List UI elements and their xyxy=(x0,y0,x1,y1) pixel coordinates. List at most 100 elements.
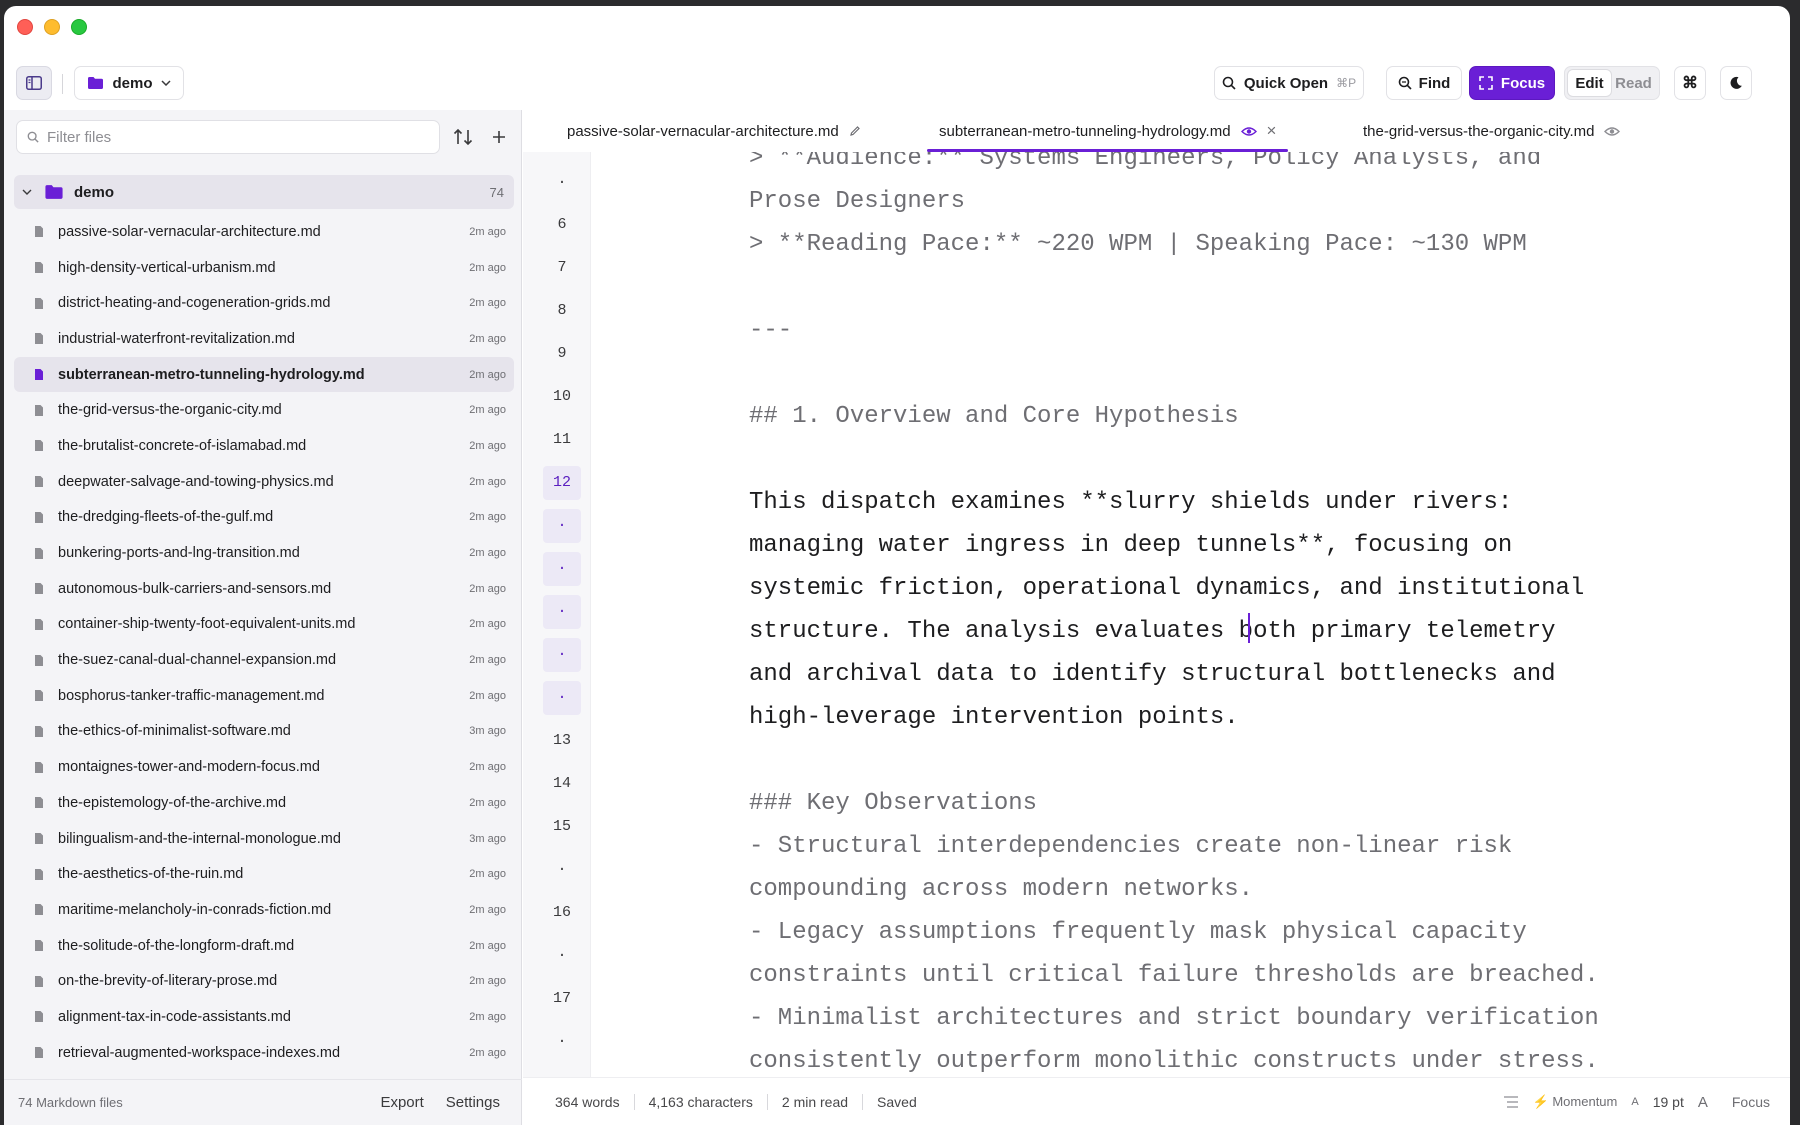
file-icon xyxy=(34,975,46,988)
file-name: on-the-brevity-of-literary-prose.md xyxy=(58,973,278,990)
close-window-button[interactable] xyxy=(17,19,33,35)
file-item[interactable]: montaignes-tower-and-modern-focus.md 2m a… xyxy=(14,749,514,785)
file-item[interactable]: container-ship-twenty-foot-equivalent-un… xyxy=(14,607,514,643)
filter-input[interactable] xyxy=(47,128,407,146)
file-icon xyxy=(34,297,46,310)
status-bar: 364 words 4,163 characters 2 min read Sa… xyxy=(523,1077,1790,1125)
command-palette-button[interactable]: ⌘ xyxy=(1674,66,1706,100)
file-modified-time: 2m ago xyxy=(469,761,506,774)
file-item[interactable]: the-aesthetics-of-the-ruin.md 2m ago xyxy=(14,856,514,892)
filter-box xyxy=(16,120,440,154)
file-modified-time: 2m ago xyxy=(469,868,506,881)
file-item[interactable]: high-density-vertical-urbanism.md 2m ago xyxy=(14,250,514,286)
file-item[interactable]: bunkering-ports-and-lng-transition.md 2m … xyxy=(14,535,514,571)
file-icon xyxy=(34,475,46,488)
find-icon xyxy=(1398,76,1412,90)
file-item[interactable]: the-suez-canal-dual-channel-expansion.md… xyxy=(14,642,514,678)
file-item[interactable]: maritime-melancholy-in-conrads-fiction.m… xyxy=(14,892,514,928)
wrap-marker: · xyxy=(543,595,581,629)
file-name: the-solitude-of-the-longform-draft.md xyxy=(58,937,295,954)
word-count: 364 words xyxy=(555,1093,620,1110)
wrap-marker: · xyxy=(543,509,581,543)
file-name: bilingualism-and-the-internal-monologue.… xyxy=(58,830,341,847)
file-item[interactable]: district-heating-and-cogeneration-grids.… xyxy=(14,285,514,321)
file-icon xyxy=(34,511,46,524)
wrap-marker: · xyxy=(557,947,567,964)
file-name: bunkering-ports-and-lng-transition.md xyxy=(58,545,300,562)
tab-grid-vs-organic[interactable]: the-grid-versus-the-organic-city.md xyxy=(1363,110,1621,152)
file-item[interactable]: the-solitude-of-the-longform-draft.md 2m … xyxy=(14,928,514,964)
folder-tree-root[interactable]: demo 74 xyxy=(14,175,514,209)
file-name: high-density-vertical-urbanism.md xyxy=(58,259,276,276)
search-icon xyxy=(1222,76,1236,90)
settings-button[interactable]: Settings xyxy=(446,1094,500,1111)
expand-icon xyxy=(1479,76,1493,90)
file-item[interactable]: the-epistemology-of-the-archive.md 2m ago xyxy=(14,785,514,821)
sort-button[interactable] xyxy=(450,124,476,150)
export-button[interactable]: Export xyxy=(380,1094,423,1111)
find-button[interactable]: Find xyxy=(1386,66,1462,100)
file-modified-time: 2m ago xyxy=(469,475,506,488)
status-controls: ⚡ Momentum A 19 pt A Focus xyxy=(1503,1078,1790,1125)
font-increase-button[interactable]: A xyxy=(1698,1094,1708,1111)
file-item[interactable]: subterranean-metro-tunneling-hydrology.m… xyxy=(14,356,514,393)
search-icon xyxy=(27,131,39,143)
file-icon xyxy=(34,368,46,381)
eye-icon xyxy=(1240,126,1257,136)
file-modified-time: 2m ago xyxy=(469,618,506,631)
status-divider xyxy=(862,1093,864,1110)
file-item[interactable]: retrieval-augmented-workspace-indexes.md… xyxy=(14,1035,514,1071)
zoom-window-button[interactable] xyxy=(71,19,87,35)
editor-text-area[interactable]: > **Audience:** Systems Engineers, Polic… xyxy=(591,152,1790,1077)
file-name: deepwater-salvage-and-towing-physics.md xyxy=(58,473,334,490)
file-item[interactable]: industrial-waterfront-revitalization.md 2… xyxy=(14,321,514,357)
quick-open-shortcut: ⌘P xyxy=(1336,76,1357,90)
file-item[interactable]: bosphorus-tanker-traffic-management.md 2m… xyxy=(14,678,514,714)
file-item[interactable]: the-brutalist-concrete-of-islamabad.md 2m… xyxy=(14,428,514,464)
theme-selector[interactable]: ⚡ Momentum xyxy=(1533,1094,1618,1110)
file-modified-time: 2m ago xyxy=(469,796,506,809)
tab-subterranean-metro[interactable]: subterranean-metro-tunneling-hydrology.m… xyxy=(927,110,1289,152)
file-item[interactable]: the-dredging-fleets-of-the-gulf.md 2m ago xyxy=(14,500,514,536)
read-time: 2 min read xyxy=(781,1093,849,1110)
file-icon xyxy=(34,868,46,881)
file-item[interactable]: passive-solar-vernacular-architecture.md… xyxy=(14,214,514,250)
file-modified-time: 3m ago xyxy=(469,832,506,845)
edit-mode-button[interactable]: Edit xyxy=(1568,70,1612,96)
command-icon: ⌘ xyxy=(1682,75,1698,92)
file-item[interactable]: on-the-brevity-of-literary-prose.md 2m ag… xyxy=(14,963,514,999)
file-item[interactable]: alignment-tax-in-code-assistants.md 2m ag… xyxy=(14,999,514,1035)
file-modified-time: 2m ago xyxy=(469,261,506,274)
chevron-down-icon[interactable] xyxy=(22,189,36,195)
outline-icon[interactable] xyxy=(1503,1096,1519,1108)
tab-passive-solar[interactable]: passive-solar-vernacular-architecture.md xyxy=(567,110,861,152)
file-item[interactable]: deepwater-salvage-and-towing-physics.md 2… xyxy=(14,464,514,500)
file-item[interactable]: the-ethics-of-minimalist-software.md 3m a… xyxy=(14,714,514,750)
focus-mode-toggle[interactable]: Focus xyxy=(1732,1094,1770,1110)
file-item[interactable]: the-grid-versus-the-organic-city.md 2m ag… xyxy=(14,392,514,428)
folder-picker-button[interactable]: demo xyxy=(74,66,184,100)
line-number: 6 xyxy=(557,216,567,233)
file-modified-time: 2m ago xyxy=(469,225,506,238)
new-file-button[interactable] xyxy=(486,124,512,150)
file-item[interactable]: autonomous-bulk-carriers-and-sensors.md 2… xyxy=(14,571,514,607)
focus-button[interactable]: Focus xyxy=(1469,66,1555,100)
tab-label: the-grid-versus-the-organic-city.md xyxy=(1363,122,1595,140)
quick-open-button[interactable]: Quick Open ⌘P xyxy=(1214,66,1364,100)
doc-line: --- xyxy=(749,317,793,344)
file-name: the-brutalist-concrete-of-islamabad.md xyxy=(58,437,307,454)
file-modified-time: 2m ago xyxy=(469,332,506,345)
read-mode-button[interactable]: Read xyxy=(1611,70,1656,96)
line-number: 10 xyxy=(552,388,571,405)
font-decrease-button[interactable]: A xyxy=(1631,1096,1638,1108)
doc-line: managing water ingress in deep tunnels**… xyxy=(749,532,1513,559)
sidebar-toggle-button[interactable] xyxy=(16,66,52,100)
close-tab-icon[interactable]: × xyxy=(1267,121,1277,141)
minimize-window-button[interactable] xyxy=(44,19,60,35)
file-name: industrial-waterfront-revitalization.md xyxy=(58,330,295,347)
theme-toggle-button[interactable] xyxy=(1720,66,1752,100)
file-name: the-ethics-of-minimalist-software.md xyxy=(58,723,291,740)
character-count: 4,163 characters xyxy=(648,1093,753,1110)
doc-line: high-leverage intervention points. xyxy=(749,704,1239,731)
file-item[interactable]: bilingualism-and-the-internal-monologue.… xyxy=(14,821,514,857)
